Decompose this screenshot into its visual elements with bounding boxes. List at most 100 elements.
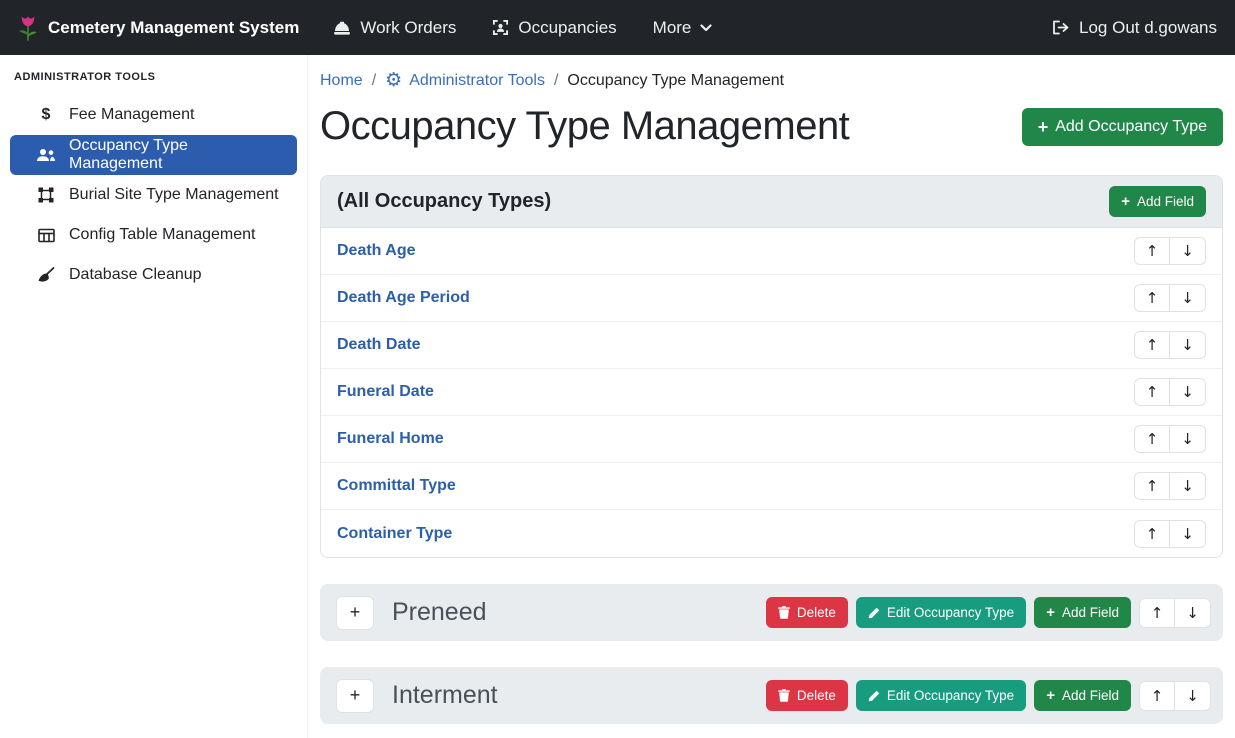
pencil-icon (868, 690, 880, 702)
arrow-down-icon: ↓ (1181, 383, 1194, 401)
sidebar-item-config-table-management[interactable]: Config Table Management (10, 215, 297, 255)
move-down-button[interactable]: ↓ (1170, 425, 1206, 453)
arrow-up-icon: ↑ (1151, 604, 1164, 622)
table-icon (36, 228, 56, 243)
move-down-button[interactable]: ↓ (1175, 598, 1211, 628)
edit-occupancy-type-button[interactable]: Edit Occupancy Type (856, 680, 1026, 711)
sidebar-item-database-cleanup[interactable]: Database Cleanup (10, 255, 297, 295)
field-link[interactable]: Committal Type (337, 477, 456, 495)
breadcrumb-current: Occupancy Type Management (567, 72, 784, 90)
app-brand[interactable]: Cemetery Management System (18, 14, 299, 42)
plus-icon: + (1121, 194, 1130, 209)
all-occupancy-types-card: (All Occupancy Types) + Add Field Death … (320, 175, 1223, 558)
move-down-button[interactable]: ↓ (1170, 237, 1206, 265)
delete-button[interactable]: Delete (766, 680, 848, 711)
section-title: Interment (392, 681, 748, 710)
occupancies-icon (492, 19, 509, 36)
field-link[interactable]: Funeral Home (337, 430, 444, 448)
add-occupancy-type-button[interactable]: + Add Occupancy Type (1022, 108, 1223, 146)
arrow-down-icon: ↓ (1186, 687, 1199, 705)
broom-icon (36, 267, 56, 283)
move-up-button[interactable]: ↑ (1134, 472, 1170, 500)
plus-icon: + (350, 685, 361, 706)
add-field-button[interactable]: + Add Field (1109, 186, 1206, 217)
nav-occupancies[interactable]: Occupancies (492, 18, 616, 38)
expand-button[interactable]: + (336, 596, 374, 630)
move-down-button[interactable]: ↓ (1175, 681, 1211, 711)
reorder-group: ↑ ↓ (1134, 520, 1206, 548)
delete-button[interactable]: Delete (766, 597, 848, 628)
nav-work-orders-label: Work Orders (360, 18, 456, 38)
arrow-up-icon: ↑ (1146, 430, 1159, 448)
plus-icon: + (1046, 605, 1055, 620)
add-field-button[interactable]: + Add Field (1034, 680, 1131, 711)
plus-icon: + (350, 602, 361, 623)
move-up-button[interactable]: ↑ (1134, 378, 1170, 406)
field-link[interactable]: Container Type (337, 525, 452, 543)
edit-occupancy-type-label: Edit Occupancy Type (887, 605, 1014, 620)
field-link[interactable]: Funeral Date (337, 383, 434, 401)
breadcrumb-home-link[interactable]: Home (320, 72, 363, 90)
edit-occupancy-type-label: Edit Occupancy Type (887, 688, 1014, 703)
delete-label: Delete (797, 688, 836, 703)
reorder-group: ↑ ↓ (1134, 237, 1206, 265)
move-up-button[interactable]: ↑ (1134, 331, 1170, 359)
arrow-up-icon: ↑ (1151, 687, 1164, 705)
arrow-down-icon: ↓ (1181, 289, 1194, 307)
move-down-button[interactable]: ↓ (1170, 472, 1206, 500)
arrow-down-icon: ↓ (1181, 477, 1194, 495)
breadcrumb-admin-tools-link[interactable]: ⚙ Administrator Tools (385, 71, 545, 90)
app-title: Cemetery Management System (48, 18, 299, 38)
arrow-down-icon: ↓ (1181, 525, 1194, 543)
move-up-button[interactable]: ↑ (1139, 598, 1175, 628)
sidebar-item-burial-site-type-management[interactable]: Burial Site Type Management (10, 175, 297, 215)
admin-tools-sidebar: ADMINISTRATOR TOOLS $ Fee Management Occ… (0, 55, 308, 738)
sidebar-item-label: Database Cleanup (69, 266, 202, 284)
nav-more-label: More (653, 18, 692, 38)
all-occupancy-types-title: (All Occupancy Types) (337, 190, 551, 213)
expand-button[interactable]: + (336, 679, 374, 713)
move-up-button[interactable]: ↑ (1134, 284, 1170, 312)
sidebar-item-occupancy-type-management[interactable]: Occupancy Type Management (10, 135, 297, 175)
logout-link[interactable]: Log Out d.gowans (1052, 18, 1217, 38)
nav-work-orders[interactable]: Work Orders (333, 18, 456, 38)
section-actions: Delete Edit Occupancy Type + Add Field ↑ (766, 597, 1211, 628)
add-field-label: Add Field (1062, 688, 1119, 703)
breadcrumb: Home / ⚙ Administrator Tools / Occupancy… (320, 71, 1223, 90)
trash-icon (778, 606, 790, 619)
edit-occupancy-type-button[interactable]: Edit Occupancy Type (856, 597, 1026, 628)
arrow-up-icon: ↑ (1146, 383, 1159, 401)
page-header: Occupancy Type Management + Add Occupanc… (320, 104, 1223, 149)
move-down-button[interactable]: ↓ (1170, 520, 1206, 548)
reorder-group: ↑ ↓ (1139, 681, 1211, 711)
field-row: Committal Type ↑ ↓ (321, 463, 1222, 510)
move-up-button[interactable]: ↑ (1134, 237, 1170, 265)
add-field-button[interactable]: + Add Field (1034, 597, 1131, 628)
field-row: Container Type ↑ ↓ (321, 510, 1222, 557)
move-down-button[interactable]: ↓ (1170, 378, 1206, 406)
arrow-up-icon: ↑ (1146, 336, 1159, 354)
field-link[interactable]: Death Age (337, 242, 416, 260)
move-down-button[interactable]: ↓ (1170, 331, 1206, 359)
nav-occupancies-label: Occupancies (518, 18, 616, 38)
field-link[interactable]: Death Age Period (337, 289, 470, 307)
sidebar-item-label: Occupancy Type Management (69, 137, 285, 173)
reorder-group: ↑ ↓ (1139, 598, 1211, 628)
plus-icon: + (1038, 118, 1049, 136)
arrow-down-icon: ↓ (1181, 430, 1194, 448)
arrow-up-icon: ↑ (1146, 242, 1159, 260)
reorder-group: ↑ ↓ (1134, 378, 1206, 406)
move-down-button[interactable]: ↓ (1170, 284, 1206, 312)
arrow-up-icon: ↑ (1146, 477, 1159, 495)
move-up-button[interactable]: ↑ (1139, 681, 1175, 711)
occupancy-type-section-interment: + Interment Delete (320, 667, 1223, 724)
arrow-up-icon: ↑ (1146, 289, 1159, 307)
plus-icon: + (1046, 688, 1055, 703)
move-up-button[interactable]: ↑ (1134, 425, 1170, 453)
sidebar-item-fee-management[interactable]: $ Fee Management (10, 95, 297, 135)
nav-more[interactable]: More (653, 18, 713, 38)
move-up-button[interactable]: ↑ (1134, 520, 1170, 548)
field-row: Death Date ↑ ↓ (321, 322, 1222, 369)
field-link[interactable]: Death Date (337, 336, 421, 354)
add-occupancy-type-label: Add Occupancy Type (1055, 118, 1207, 136)
